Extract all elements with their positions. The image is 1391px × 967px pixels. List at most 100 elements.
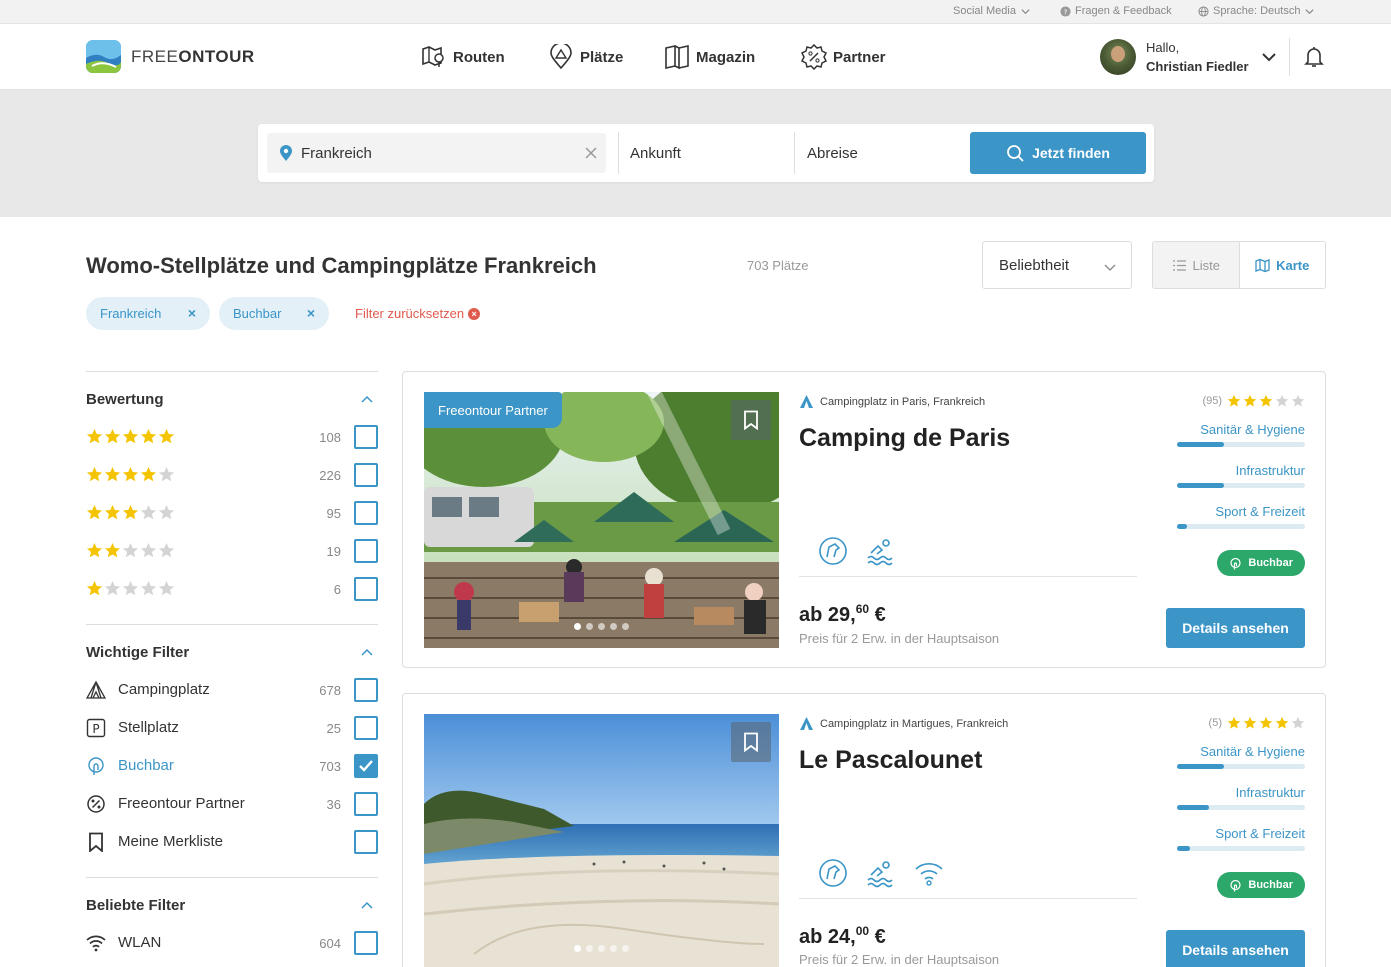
listing-title[interactable]: Camping de Paris bbox=[799, 424, 1010, 453]
clear-icon[interactable] bbox=[582, 144, 600, 162]
save-bookmark-button[interactable] bbox=[731, 722, 771, 762]
listing-photo[interactable] bbox=[424, 714, 779, 967]
listing-card[interactable]: Freeontour Partner Campingplatz in Paris… bbox=[402, 371, 1326, 668]
pagination-dot[interactable] bbox=[610, 623, 617, 630]
filter-chip-frankreich[interactable]: Frankreich × bbox=[86, 297, 210, 330]
filter-row-rating-1[interactable]: 6 bbox=[86, 577, 378, 601]
photo-pagination bbox=[574, 945, 629, 952]
pagination-dot[interactable] bbox=[598, 623, 605, 630]
close-icon[interactable]: × bbox=[188, 305, 196, 321]
listing-title[interactable]: Le Pascalounet bbox=[799, 746, 982, 775]
filter-row-campingplatz[interactable]: Campingplatz 678 bbox=[86, 678, 378, 702]
social-media-menu[interactable]: Social Media bbox=[953, 5, 1031, 17]
nav-routen[interactable]: Routen bbox=[421, 44, 505, 70]
filter-checkbox[interactable] bbox=[354, 501, 378, 525]
star-empty-icon bbox=[122, 543, 139, 558]
percent-badge-icon bbox=[801, 44, 827, 70]
filter-row-wlan[interactable]: WLAN 604 bbox=[86, 931, 378, 955]
star-filled-icon bbox=[1259, 394, 1273, 407]
filter-chip-buchbar[interactable]: Buchbar × bbox=[219, 297, 329, 330]
sort-select[interactable]: Beliebtheit bbox=[982, 241, 1132, 289]
filter-row-stellplatz[interactable]: P Stellplatz 25 bbox=[86, 716, 378, 740]
departure-field[interactable]: Abreise bbox=[807, 133, 957, 173]
details-button[interactable]: Details ansehen bbox=[1166, 930, 1305, 967]
price-cents: 60 bbox=[855, 602, 870, 616]
nav-partner[interactable]: Partner bbox=[801, 44, 886, 70]
star-empty-icon bbox=[140, 505, 157, 520]
filter-checkbox[interactable] bbox=[354, 425, 378, 449]
save-bookmark-button[interactable] bbox=[731, 400, 771, 440]
score-label: Sport & Freizeit bbox=[1215, 504, 1305, 519]
chip-label: Buchbar bbox=[233, 306, 282, 321]
view-map-button[interactable]: Karte bbox=[1239, 242, 1325, 288]
pagination-dot[interactable] bbox=[574, 623, 581, 630]
filter-checkbox-checked[interactable] bbox=[354, 754, 378, 778]
close-circle-icon: × bbox=[468, 307, 481, 320]
filter-row-rating-4[interactable]: 226 bbox=[86, 463, 378, 487]
pagination-dot[interactable] bbox=[586, 623, 593, 630]
search-button[interactable]: Jetzt finden bbox=[970, 132, 1146, 174]
chevron-up-icon[interactable] bbox=[360, 646, 374, 660]
filter-checkbox[interactable] bbox=[354, 716, 378, 740]
pagination-dot[interactable] bbox=[622, 945, 629, 952]
filter-row-buchbar[interactable]: Buchbar 703 bbox=[86, 754, 378, 778]
pagination-dot[interactable] bbox=[574, 945, 581, 952]
filter-checkbox[interactable] bbox=[354, 463, 378, 487]
filter-row-rating-5[interactable]: 108 bbox=[86, 425, 378, 449]
close-icon[interactable]: × bbox=[307, 305, 315, 321]
filter-checkbox[interactable] bbox=[354, 539, 378, 563]
pagination-dot[interactable] bbox=[622, 623, 629, 630]
filter-checkbox[interactable] bbox=[354, 792, 378, 816]
amenity-icons bbox=[817, 535, 897, 567]
view-list-button[interactable]: Liste bbox=[1153, 242, 1240, 288]
user-menu[interactable]: Hallo, Christian Fiedler bbox=[1100, 38, 1249, 76]
logo[interactable]: FREEONTOUR bbox=[86, 40, 255, 73]
filter-count: 36 bbox=[326, 797, 341, 812]
parking-icon: P bbox=[86, 718, 106, 738]
pagination-dot[interactable] bbox=[598, 945, 605, 952]
bell-icon[interactable] bbox=[1302, 45, 1326, 69]
search-separator bbox=[794, 132, 795, 174]
chevron-down-icon bbox=[1021, 8, 1030, 14]
filter-count: 703 bbox=[319, 759, 341, 774]
search-separator bbox=[618, 132, 619, 174]
details-button[interactable]: Details ansehen bbox=[1166, 608, 1305, 648]
listing-card[interactable]: Campingplatz in Martigues, Frankreich Le… bbox=[402, 693, 1326, 967]
star-filled-icon bbox=[158, 429, 175, 444]
chevron-up-icon[interactable] bbox=[360, 393, 374, 407]
score-infrastruktur: Infrastruktur bbox=[1177, 785, 1305, 810]
filter-checkbox[interactable] bbox=[354, 931, 378, 955]
location-field[interactable] bbox=[267, 133, 606, 173]
reset-filter-link[interactable]: Filter zurücksetzen × bbox=[355, 306, 481, 321]
bookable-badge: Buchbar bbox=[1217, 550, 1305, 576]
filter-count: 25 bbox=[326, 721, 341, 736]
filter-row-rating-3[interactable]: 95 bbox=[86, 501, 378, 525]
language-menu[interactable]: Sprache: Deutsch bbox=[1198, 5, 1315, 17]
greeting-text: Hallo, bbox=[1146, 40, 1180, 55]
location-input[interactable] bbox=[301, 144, 571, 162]
wifi-icon bbox=[86, 935, 106, 952]
pagination-dot[interactable] bbox=[610, 945, 617, 952]
star-empty-icon bbox=[140, 543, 157, 558]
score-sanitaer: Sanitär & Hygiene bbox=[1177, 744, 1305, 769]
feedback-link[interactable]: ? Fragen & Feedback bbox=[1060, 5, 1172, 17]
filter-checkbox[interactable] bbox=[354, 678, 378, 702]
arrival-field[interactable]: Ankunft bbox=[630, 133, 790, 173]
filter-row-partner[interactable]: Freeontour Partner 36 bbox=[86, 792, 378, 816]
filter-checkbox[interactable] bbox=[354, 577, 378, 601]
listing-photo[interactable] bbox=[424, 392, 779, 648]
chevron-down-icon[interactable] bbox=[1260, 48, 1278, 66]
sort-value: Beliebtheit bbox=[999, 256, 1070, 274]
star-filled-icon bbox=[86, 429, 103, 444]
dog-friendly-icon bbox=[819, 537, 847, 565]
filter-checkbox[interactable] bbox=[354, 830, 378, 854]
nav-magazin[interactable]: Magazin bbox=[664, 44, 755, 70]
chevron-up-icon[interactable] bbox=[360, 899, 374, 913]
pagination-dot[interactable] bbox=[586, 945, 593, 952]
bookmark-icon bbox=[89, 832, 103, 852]
filter-row-merkliste[interactable]: Meine Merkliste bbox=[86, 830, 378, 854]
filter-row-rating-2[interactable]: 19 bbox=[86, 539, 378, 563]
reset-filter-label: Filter zurücksetzen bbox=[355, 306, 465, 321]
search-form: Ankunft Abreise Jetzt finden bbox=[258, 124, 1154, 182]
nav-plaetze[interactable]: Plätze bbox=[548, 44, 623, 70]
